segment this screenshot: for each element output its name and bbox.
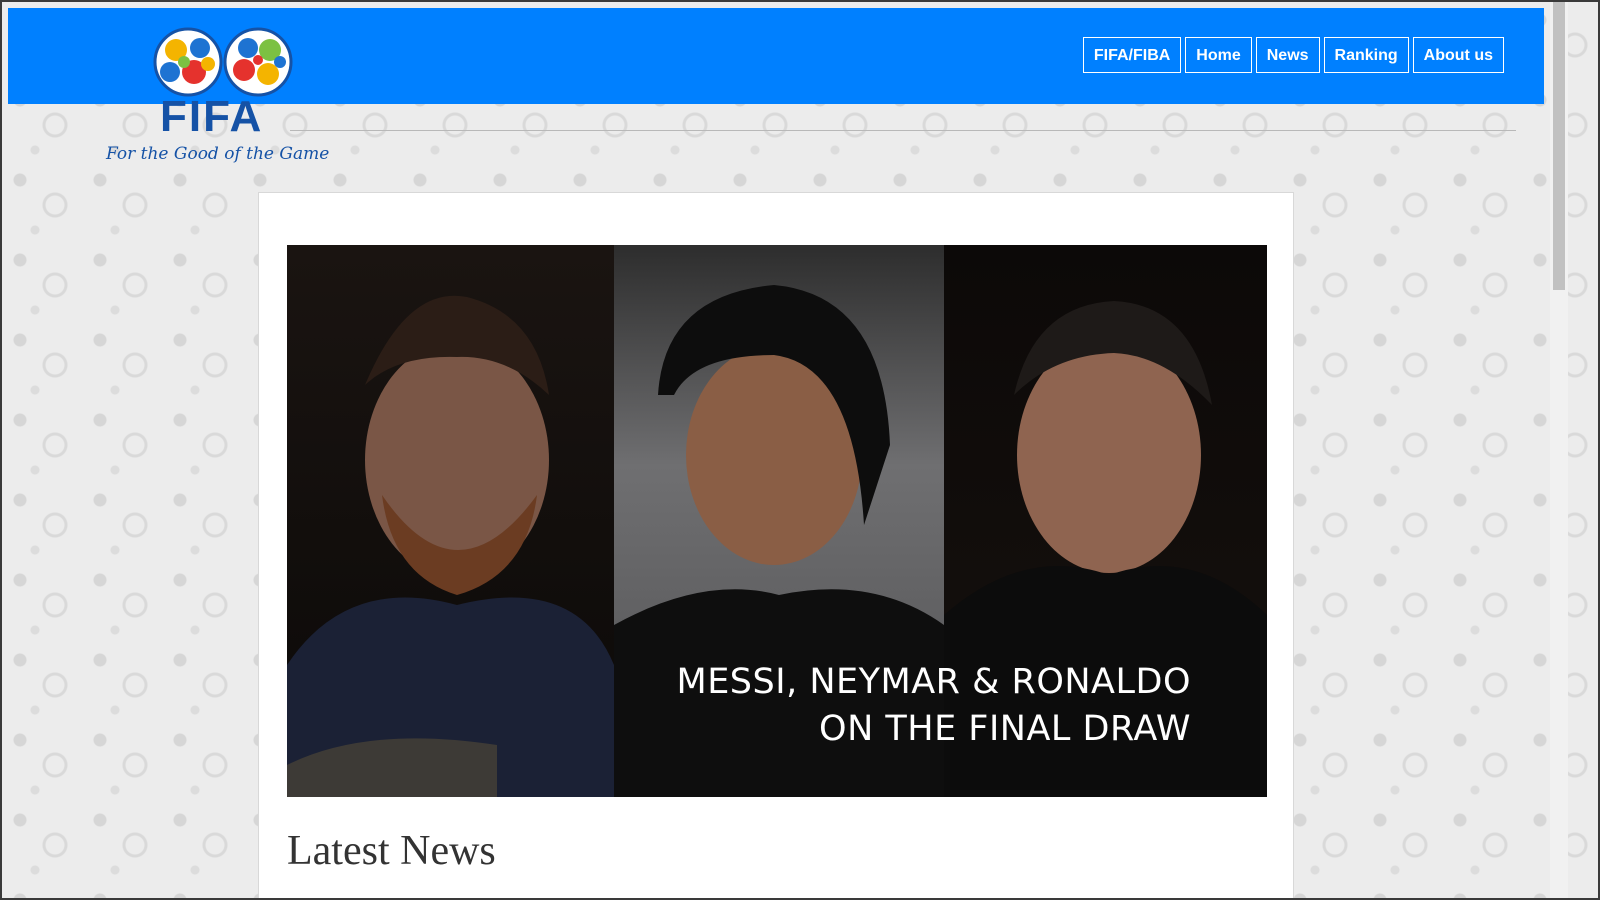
hero-caption: MESSI, NEYMAR & RONALDO ON THE FINAL DRA… [677,659,1192,753]
main-nav: FIFA/FIBA Home News Ranking About us [1082,37,1504,73]
header-divider [290,130,1516,131]
player-portrait-left [287,295,614,797]
logo-tagline: For the Good of the Game [106,144,330,164]
page-scrollbar[interactable] [1550,0,1568,900]
latest-news-heading: Latest News [287,828,496,874]
hero-banner[interactable]: MESSI, NEYMAR & RONALDO ON THE FINAL DRA… [287,245,1267,797]
hero-caption-line-2: ON THE FINAL DRAW [819,709,1191,749]
scrollbar-thumb[interactable] [1553,2,1565,290]
nav-link-news[interactable]: News [1255,37,1320,73]
hero-photo-left [287,245,614,797]
hero-caption-line-1: MESSI, NEYMAR & RONALDO [676,662,1191,702]
nav-link-ranking[interactable]: Ranking [1323,37,1409,73]
nav-link-about-us[interactable]: About us [1412,37,1504,73]
logo-wordmark: FIFA [160,92,264,141]
nav-link-fifa-fiba[interactable]: FIFA/FIBA [1082,37,1182,73]
content-card: MESSI, NEYMAR & RONALDO ON THE FINAL DRA… [258,192,1294,900]
nav-link-home[interactable]: Home [1185,37,1252,73]
fifa-logo[interactable]: FIFA For the Good of the Game [104,22,354,182]
